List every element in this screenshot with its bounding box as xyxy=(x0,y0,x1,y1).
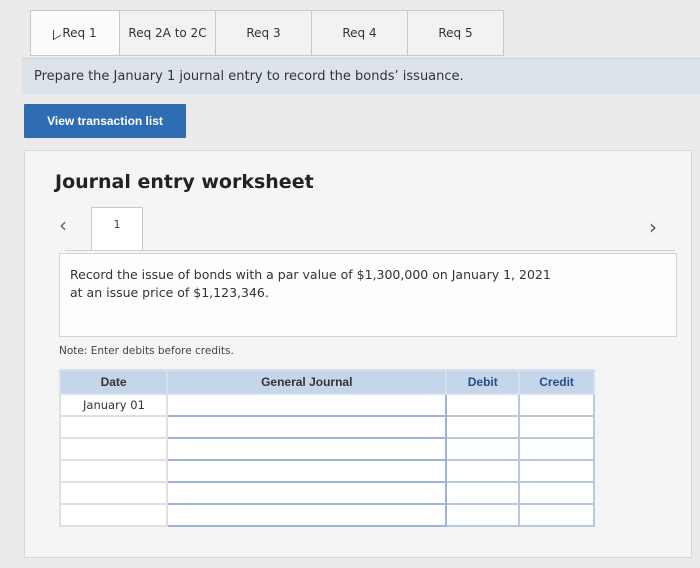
view-transaction-list-button[interactable]: View transaction list xyxy=(24,104,186,138)
chevron-right-icon[interactable]: › xyxy=(649,215,657,239)
tab-req-3[interactable]: Req 3 xyxy=(216,10,312,56)
date-cell[interactable]: January 01 xyxy=(58,393,169,417)
journal-table: Date General Journal Debit Credit Januar… xyxy=(58,369,595,527)
credit-input[interactable] xyxy=(518,415,595,439)
credit-input[interactable] xyxy=(518,481,595,505)
tab-req-5[interactable]: Req 5 xyxy=(408,10,504,56)
tab-label: Req 5 xyxy=(438,26,473,40)
entry-description: Record the issue of bonds with a par val… xyxy=(59,253,677,337)
entry-note: Note: Enter debits before credits. xyxy=(59,345,234,357)
debit-input[interactable] xyxy=(445,503,521,527)
account-input[interactable] xyxy=(166,481,448,505)
debit-input[interactable] xyxy=(445,393,521,417)
column-header-debit: Debit xyxy=(445,369,521,395)
requirement-tabs: Req 1 Req 2A to 2C Req 3 Req 4 Req 5 xyxy=(30,10,504,56)
date-cell[interactable] xyxy=(58,503,169,527)
account-input[interactable] xyxy=(166,437,448,461)
tab-divider xyxy=(65,250,675,251)
credit-input[interactable] xyxy=(518,393,595,417)
table-row xyxy=(58,459,595,483)
table-row: January 01 xyxy=(58,393,595,417)
credit-input[interactable] xyxy=(518,437,595,461)
instruction-banner: Prepare the January 1 journal entry to r… xyxy=(22,58,700,94)
credit-input[interactable] xyxy=(518,459,595,483)
date-cell[interactable] xyxy=(58,415,169,439)
column-header-general-journal: General Journal xyxy=(166,369,448,395)
debit-input[interactable] xyxy=(445,459,521,483)
chevron-left-icon[interactable]: ‹ xyxy=(59,213,67,237)
entry-tab-1[interactable]: 1 xyxy=(91,207,143,251)
debit-input[interactable] xyxy=(445,437,521,461)
debit-input[interactable] xyxy=(445,415,521,439)
worksheet-title: Journal entry worksheet xyxy=(55,171,314,193)
column-header-credit: Credit xyxy=(518,369,595,395)
tab-label: Req 4 xyxy=(342,26,377,40)
account-input[interactable] xyxy=(166,393,448,417)
column-header-date: Date xyxy=(58,369,169,395)
description-line: at an issue price of $1,123,346. xyxy=(70,285,269,300)
table-row xyxy=(58,481,595,505)
journal-entry-worksheet: Journal entry worksheet ‹ 1 › Record the… xyxy=(24,150,692,558)
table-row xyxy=(58,437,595,461)
date-cell[interactable] xyxy=(58,437,169,461)
tab-label: Req 2A to 2C xyxy=(128,26,207,40)
tab-req-1[interactable]: Req 1 xyxy=(30,10,120,56)
tab-label: Req 3 xyxy=(246,26,281,40)
table-row xyxy=(58,415,595,439)
description-line: Record the issue of bonds with a par val… xyxy=(70,267,551,282)
date-cell[interactable] xyxy=(58,459,169,483)
table-row xyxy=(58,503,595,527)
debit-input[interactable] xyxy=(445,481,521,505)
tab-req-4[interactable]: Req 4 xyxy=(312,10,408,56)
credit-input[interactable] xyxy=(518,503,595,527)
account-input[interactable] xyxy=(166,503,448,527)
tab-label: Req 1 xyxy=(62,26,97,40)
tab-req-2a-to-2c[interactable]: Req 2A to 2C xyxy=(120,10,216,56)
cursor-icon xyxy=(53,25,62,41)
account-input[interactable] xyxy=(166,459,448,483)
account-input[interactable] xyxy=(166,415,448,439)
date-cell[interactable] xyxy=(58,481,169,505)
